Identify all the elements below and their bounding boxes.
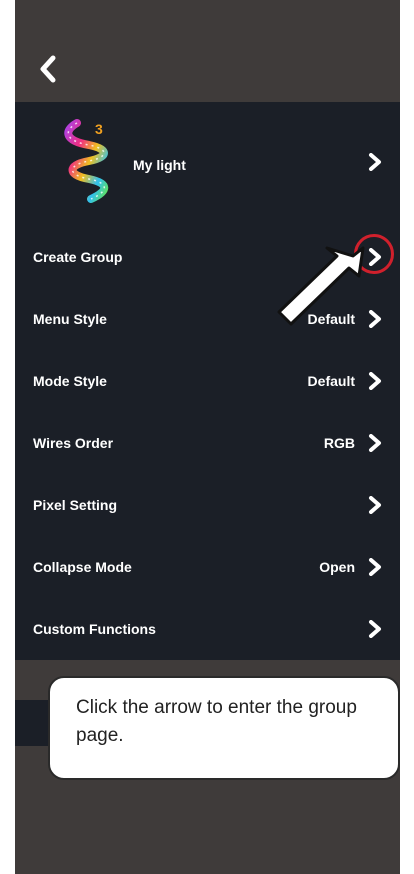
row-label: Pixel Setting [33,497,118,513]
row-label: Custom Functions [33,621,156,637]
row-label: Create Group [33,249,123,265]
chevron-right-icon[interactable] [368,153,382,171]
device-name: My light [133,157,186,173]
row-value: Default [307,311,355,327]
row-label: Collapse Mode [33,559,132,575]
chevron-left-icon[interactable] [35,54,63,84]
chevron-right-icon[interactable] [368,310,382,328]
spiral-light-strip-icon [64,119,109,203]
chevron-right-icon[interactable] [368,434,382,452]
chevron-right-icon[interactable] [368,620,382,638]
tooltip-callout: Click the arrow to enter the group page. [48,676,400,780]
header-bar [15,0,400,102]
row-custom-functions[interactable]: Custom Functions [15,600,400,658]
device-row[interactable]: 3 My light [15,115,400,205]
row-value: Open [319,559,355,575]
row-value: RGB [323,435,355,451]
row-wires-order[interactable]: Wires Order RGB [15,414,400,472]
row-value: Default [307,373,355,389]
row-menu-style[interactable]: Menu Style Default [15,290,400,348]
phone-screen: 3 My light Create Group Menu Style Defau… [15,0,400,874]
chevron-right-icon[interactable] [368,248,382,266]
row-collapse-mode[interactable]: Collapse Mode Open [15,538,400,596]
row-label: Menu Style [33,311,107,327]
row-mode-style[interactable]: Mode Style Default [15,352,400,410]
chevron-right-icon[interactable] [368,496,382,514]
row-label: Wires Order [33,435,114,451]
chevron-right-icon[interactable] [368,558,382,576]
chevron-right-icon[interactable] [368,372,382,390]
device-badge: 3 [95,121,103,137]
row-pixel-setting[interactable]: Pixel Setting [15,476,400,534]
row-create-group[interactable]: Create Group [15,228,400,286]
tooltip-text: Click the arrow to enter the group page. [76,697,357,746]
row-label: Mode Style [33,373,107,389]
